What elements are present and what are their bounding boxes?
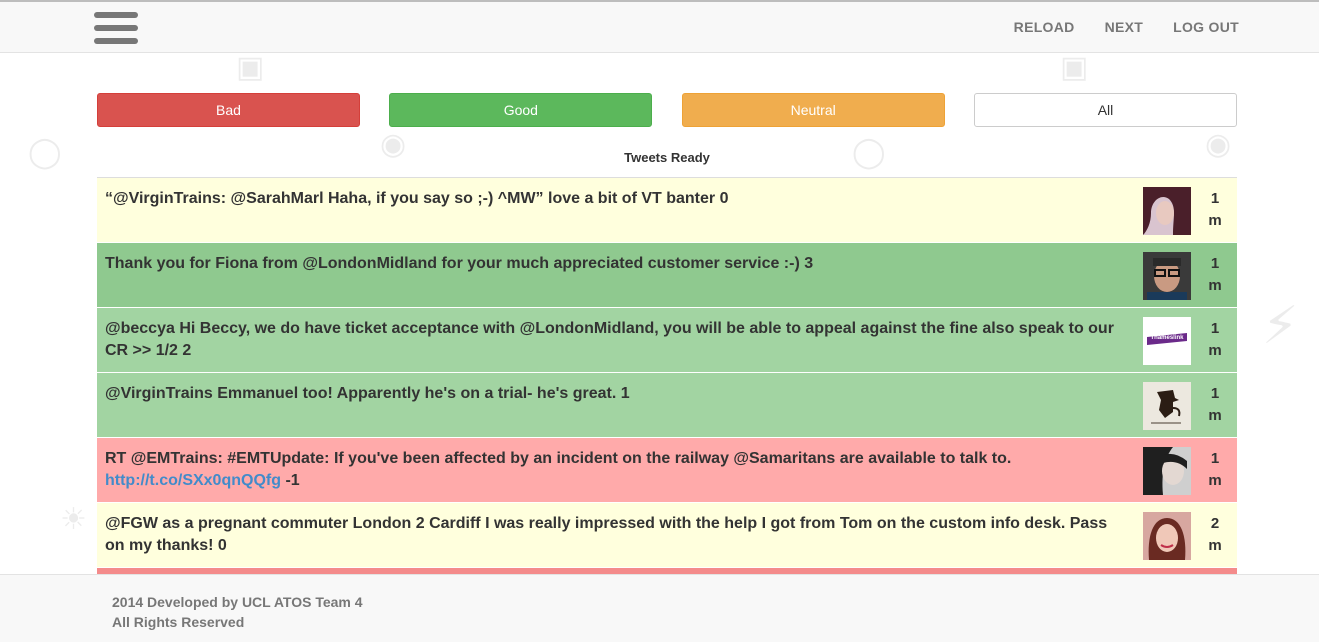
tweet-link[interactable]: http://t.co/SXx0qnQQfg [105,472,281,489]
tweet-text: @beccya Hi Beccy, we do have ticket acce… [105,320,1114,359]
tweet-row[interactable]: Thank you for Fiona from @LondonMidland … [97,243,1237,308]
age-number: 1 [1210,320,1220,337]
top-navbar: RELOAD NEXT LOG OUT [0,0,1319,53]
tweet-text: RT @EMTrains: #EMTUpdate: If you've been… [105,448,1130,492]
avatar [1143,187,1191,235]
avatar [1143,447,1191,495]
tweet-text-before-link: RT @EMTrains: #EMTUpdate: If you've been… [105,450,1012,467]
tweet-row[interactable]: @beccya Hi Beccy, we do have ticket acce… [97,308,1237,373]
eye-watermark-icon: ◯ [28,136,62,169]
tweet-row[interactable]: “@VirginTrains: @SarahMarl Haha, if you … [97,178,1237,243]
bug-watermark-icon: ☀ [60,503,87,536]
footer-credit: 2014 Developed by UCL ATOS Team 4 [112,594,363,610]
filter-good-button[interactable]: Good [389,93,653,127]
tweet-age: 1 m [1207,253,1223,297]
tweet-age: 1 m [1207,448,1223,492]
tweet-row[interactable]: @VirginTrains Emmanuel too! Apparently h… [97,373,1237,438]
filter-bad-button[interactable]: Bad [97,93,360,127]
camera-watermark-icon: ▣ [236,51,265,84]
age-number: 1 [1210,190,1220,207]
filter-neutral-button[interactable]: Neutral [681,93,945,127]
age-number: 1 [1210,450,1220,467]
age-number: 2 [1210,515,1220,532]
tweet-score: -1 [285,472,300,489]
tweet-text: “@VirginTrains: @SarahMarl Haha, if you … [105,190,729,207]
age-number: 1 [1210,255,1220,272]
logout-link[interactable]: LOG OUT [1173,19,1239,35]
tweet-row[interactable]: RT @EMTrains: #EMTUpdate: If you've been… [97,438,1237,503]
avatar [1143,382,1191,430]
avatar [1143,512,1191,560]
age-unit: m [1208,472,1222,489]
tweet-text: @FGW as a pregnant commuter London 2 Car… [105,515,1108,554]
tweet-row[interactable]: @FGW as a pregnant commuter London 2 Car… [97,503,1237,568]
next-link[interactable]: NEXT [1105,19,1144,35]
camera-watermark-icon: ▣ [1060,51,1089,84]
tweet-text: @VirginTrains Emmanuel too! Apparently h… [105,385,630,402]
footer: 2014 Developed by UCL ATOS Team 4 All Ri… [0,574,1319,642]
tweet-age: 1 m [1207,383,1223,427]
tweet-age: 1 m [1207,318,1223,362]
age-unit: m [1208,407,1222,424]
tweet-feed[interactable]: “@VirginTrains: @SarahMarl Haha, if you … [97,177,1237,574]
tweet-text: Thank you for Fiona from @LondonMidland … [105,255,814,272]
hamburger-menu-icon[interactable] [94,12,138,46]
filter-all-button[interactable]: All [973,93,1237,127]
flash-off-watermark-icon: ⚡ [1262,297,1299,355]
age-unit: m [1208,212,1222,229]
age-unit: m [1208,537,1222,554]
age-number: 1 [1210,385,1220,402]
avatar [1143,252,1191,300]
reload-link[interactable]: RELOAD [1014,19,1075,35]
age-unit: m [1208,277,1222,294]
nav-links: RELOAD NEXT LOG OUT [1014,19,1239,35]
tweet-age: 1 m [1207,188,1223,232]
footer-rights: All Rights Reserved [112,614,245,630]
sentiment-filter-bar: Bad Good Neutral All [97,93,1237,127]
avatar-brand-text: Thameslink [1150,335,1184,341]
avatar: Thameslink [1143,317,1191,365]
tweet-age: 2 m [1207,513,1223,557]
tweets-status-label: Tweets Ready [624,150,710,165]
age-unit: m [1208,342,1222,359]
